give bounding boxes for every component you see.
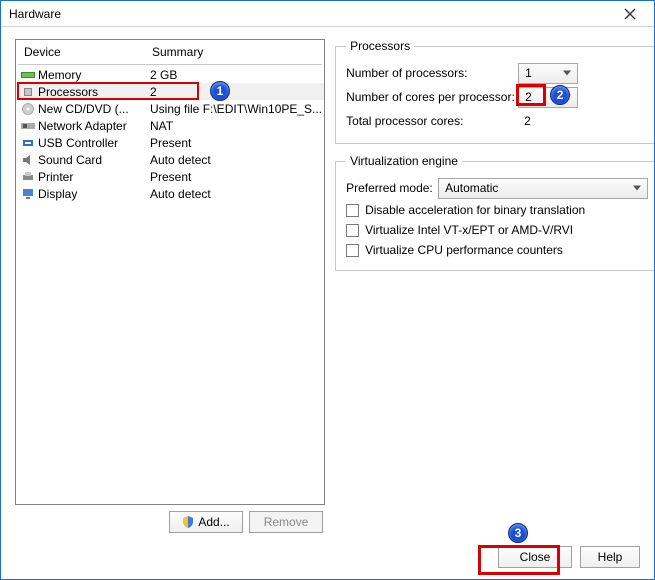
close-button[interactable]: Close: [498, 546, 572, 568]
device-row-processors[interactable]: Processors 2: [16, 83, 324, 100]
device-row-network[interactable]: Network Adapter NAT: [16, 117, 324, 134]
usb-icon: [20, 136, 36, 150]
cpu-icon: [20, 85, 36, 99]
close-button-label: Close: [520, 550, 551, 564]
total-cores-value: 2: [518, 114, 648, 128]
remove-button-label: Remove: [264, 515, 309, 529]
add-button[interactable]: Add...: [169, 511, 243, 533]
processors-group: Processors Number of processors: 1 Numbe…: [335, 39, 654, 144]
window-title: Hardware: [9, 7, 612, 21]
virtualize-vtx-label: Virtualize Intel VT-x/EPT or AMD-V/RVI: [365, 223, 573, 237]
device-row-sound[interactable]: Sound Card Auto detect: [16, 151, 324, 168]
remove-button: Remove: [249, 511, 323, 533]
virtualize-perf-label: Virtualize CPU performance counters: [365, 243, 563, 257]
titlebar: Hardware: [1, 1, 654, 27]
device-row-display[interactable]: Display Auto detect: [16, 185, 324, 202]
printer-icon: [20, 170, 36, 184]
dialog-footer: 3 Close Help: [1, 541, 654, 579]
preferred-mode-combo[interactable]: Automatic: [438, 178, 648, 199]
preferred-mode-label: Preferred mode:: [346, 181, 438, 195]
dialog-body: Device Summary Memory 2 GB Processors 2: [1, 27, 654, 541]
virtualization-group: Virtualization engine Preferred mode: Au…: [335, 154, 654, 271]
device-row-printer[interactable]: Printer Present: [16, 168, 324, 185]
device-row-cddvd[interactable]: New CD/DVD (... Using file F:\EDIT\Win10…: [16, 100, 324, 117]
virtualize-perf-checkbox[interactable]: [346, 244, 359, 257]
virtualization-legend: Virtualization engine: [346, 154, 462, 168]
disable-accel-checkbox[interactable]: [346, 204, 359, 217]
processors-legend: Processors: [346, 39, 414, 53]
virtualize-vtx-checkbox[interactable]: [346, 224, 359, 237]
disable-accel-label: Disable acceleration for binary translat…: [365, 203, 585, 217]
nic-icon: [20, 119, 36, 133]
hardware-dialog: Hardware Device Summary Memory 2 GB: [0, 0, 655, 580]
add-button-label: Add...: [198, 515, 229, 529]
help-button-label: Help: [598, 550, 623, 564]
display-icon: [20, 187, 36, 201]
help-button[interactable]: Help: [580, 546, 640, 568]
cores-per-proc-combo[interactable]: 2: [518, 87, 578, 108]
column-summary: Summary: [152, 45, 320, 59]
sound-icon: [20, 153, 36, 167]
device-pane: Device Summary Memory 2 GB Processors 2: [15, 39, 325, 533]
memory-icon: [20, 68, 36, 82]
device-list-header: Device Summary: [16, 40, 324, 64]
device-buttons: Add... Remove: [15, 505, 325, 533]
device-list[interactable]: Device Summary Memory 2 GB Processors 2: [15, 39, 325, 505]
device-row-usb[interactable]: USB Controller Present: [16, 134, 324, 151]
num-processors-combo[interactable]: 1: [518, 63, 578, 84]
total-cores-label: Total processor cores:: [346, 114, 518, 128]
cores-per-proc-label: Number of cores per processor:: [346, 90, 518, 104]
column-device: Device: [20, 45, 152, 59]
disc-icon: [20, 102, 36, 116]
device-row-memory[interactable]: Memory 2 GB: [16, 66, 324, 83]
shield-icon: [182, 516, 194, 528]
window-close-button[interactable]: [612, 4, 648, 24]
num-processors-label: Number of processors:: [346, 66, 518, 80]
settings-pane: Processors Number of processors: 1 Numbe…: [335, 39, 654, 533]
